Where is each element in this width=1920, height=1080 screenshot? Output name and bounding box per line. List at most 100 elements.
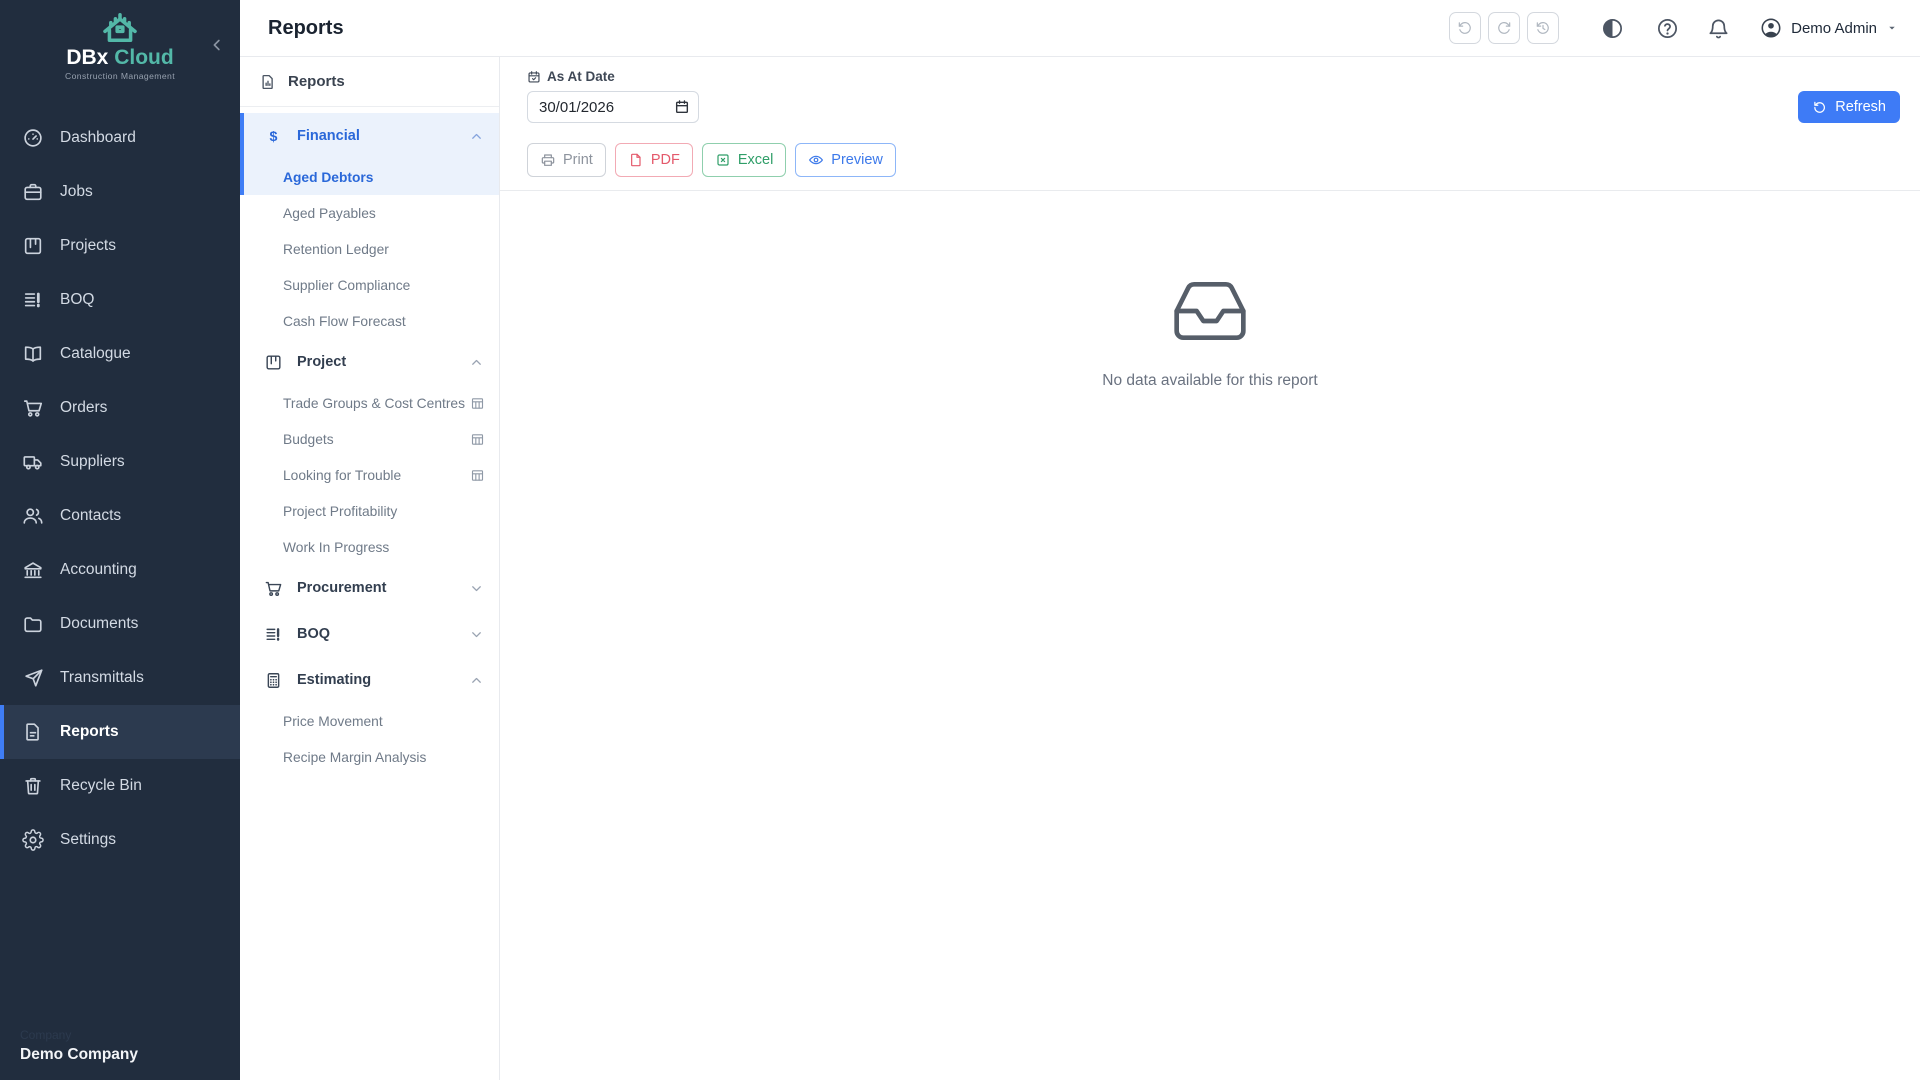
chevron-up-icon: [469, 673, 484, 688]
report-item-budgets[interactable]: Budgets: [240, 421, 499, 457]
brand-name-primary: DBx: [66, 46, 108, 69]
documents-icon: [22, 613, 44, 635]
report-item-recipe-margin-analysis[interactable]: Recipe Margin Analysis: [240, 739, 499, 775]
section-header-project[interactable]: Project: [240, 339, 499, 385]
export-button-row: Print PDF Excel Preview: [500, 143, 1920, 177]
sidebar-item-transmittals[interactable]: Transmittals: [0, 651, 240, 705]
pdf-button[interactable]: PDF: [615, 143, 693, 177]
contacts-icon: [22, 505, 44, 527]
sidebar-item-suppliers[interactable]: Suppliers: [0, 435, 240, 489]
history-button-group: [1442, 12, 1559, 44]
report-section-project: ProjectTrade Groups & Cost CentresBudget…: [240, 339, 499, 565]
contrast-toggle-icon[interactable]: [1601, 17, 1624, 40]
sidebar-item-recycle-bin[interactable]: Recycle Bin: [0, 759, 240, 813]
report-item-aged-payables[interactable]: Aged Payables: [240, 195, 499, 231]
reports-secondary-sidebar: Reports $FinancialAged DebtorsAged Payab…: [240, 57, 500, 1080]
projects-icon: [22, 235, 44, 257]
reports-nav-title: Reports: [288, 73, 345, 90]
report-section-financial: $FinancialAged DebtorsAged PayablesReten…: [240, 113, 499, 339]
primary-sidebar: DBx Cloud Construction Management Dashbo…: [0, 0, 240, 1080]
notifications-bell-icon[interactable]: [1707, 17, 1730, 40]
accounting-icon: [22, 559, 44, 581]
preview-button[interactable]: Preview: [795, 143, 896, 177]
boq-icon: [264, 625, 283, 644]
history-icon: [1535, 20, 1551, 36]
sidebar-item-dashboard[interactable]: Dashboard: [0, 111, 240, 165]
excel-button[interactable]: Excel: [702, 143, 786, 177]
procurement-icon: [264, 579, 283, 598]
app-window: DBx Cloud Construction Management Dashbo…: [0, 0, 1920, 1080]
report-item-retention-ledger[interactable]: Retention Ledger: [240, 231, 499, 267]
orders-icon: [22, 397, 44, 419]
sidebar-item-documents[interactable]: Documents: [0, 597, 240, 651]
chevron-up-icon: [469, 355, 484, 370]
report-item-aged-debtors[interactable]: Aged Debtors: [240, 159, 499, 195]
report-item-project-profitability[interactable]: Project Profitability: [240, 493, 499, 529]
content-divider: [500, 190, 1920, 191]
report-section-estimating: EstimatingPrice MovementRecipe Margin An…: [240, 657, 499, 775]
as-at-date-input[interactable]: [527, 91, 699, 123]
sidebar-item-orders[interactable]: Orders: [0, 381, 240, 435]
section-header-financial[interactable]: $Financial: [240, 113, 499, 159]
brand-tagline: Construction Management: [65, 72, 175, 81]
redo-button[interactable]: [1488, 12, 1520, 44]
as-at-date-label: As At Date: [527, 69, 1900, 84]
sidebar-item-settings[interactable]: Settings: [0, 813, 240, 867]
report-item-cash-flow-forecast[interactable]: Cash Flow Forecast: [240, 303, 499, 339]
empty-inbox-icon: [1164, 271, 1256, 356]
as-at-date-field-wrap: [527, 91, 699, 123]
empty-state-message: No data available for this report: [1102, 372, 1317, 390]
sidebar-nav: DashboardJobsProjectsBOQCatalogueOrdersS…: [0, 92, 240, 1028]
history-button[interactable]: [1527, 12, 1559, 44]
brand-name-accent: Cloud: [114, 46, 173, 69]
reports-nav-header[interactable]: Reports: [240, 57, 499, 107]
user-menu[interactable]: Demo Admin: [1760, 17, 1898, 39]
section-header-procurement[interactable]: Procurement: [240, 565, 499, 611]
sidebar-item-catalogue[interactable]: Catalogue: [0, 327, 240, 381]
settings-icon: [22, 829, 44, 851]
svg-text:$: $: [270, 128, 278, 144]
section-header-estimating[interactable]: Estimating: [240, 657, 499, 703]
file-pdf-icon: [628, 152, 644, 168]
section-header-boq[interactable]: BOQ: [240, 611, 499, 657]
sidebar-item-accounting[interactable]: Accounting: [0, 543, 240, 597]
suppliers-icon: [22, 451, 44, 473]
company-area: Company Demo Company: [0, 1028, 240, 1080]
estimating-icon: [264, 671, 283, 690]
report-section-procurement: Procurement: [240, 565, 499, 611]
undo-icon: [1457, 20, 1473, 36]
print-button[interactable]: Print: [527, 143, 606, 177]
undo-button[interactable]: [1449, 12, 1481, 44]
report-item-supplier-compliance[interactable]: Supplier Compliance: [240, 267, 499, 303]
report-item-looking-for-trouble[interactable]: Looking for Trouble: [240, 457, 499, 493]
app-logo: DBx Cloud Construction Management: [65, 12, 175, 81]
sidebar-item-reports[interactable]: Reports: [0, 705, 240, 759]
sidebar-item-boq[interactable]: BOQ: [0, 273, 240, 327]
report-item-price-movement[interactable]: Price Movement: [240, 703, 499, 739]
refresh-button[interactable]: Refresh: [1798, 91, 1900, 123]
report-toolbar: As At Date Refresh: [500, 57, 1920, 123]
report-content: As At Date Refresh: [500, 57, 1920, 1080]
table-icon[interactable]: [470, 432, 485, 447]
sidebar-item-projects[interactable]: Projects: [0, 219, 240, 273]
sidebar-item-contacts[interactable]: Contacts: [0, 489, 240, 543]
project-icon: [264, 353, 283, 372]
brand-name: DBx Cloud: [65, 47, 175, 68]
table-icon[interactable]: [470, 468, 485, 483]
reports-icon: [22, 721, 44, 743]
help-icon[interactable]: [1656, 17, 1679, 40]
user-avatar-icon: [1760, 17, 1782, 39]
sidebar-item-jobs[interactable]: Jobs: [0, 165, 240, 219]
table-icon[interactable]: [470, 396, 485, 411]
collapse-sidebar-button[interactable]: [208, 36, 226, 54]
topbar-actions: Demo Admin: [1442, 12, 1898, 44]
report-document-icon: [259, 73, 277, 91]
chevron-down-icon: [469, 581, 484, 596]
report-sections: $FinancialAged DebtorsAged PayablesReten…: [240, 107, 499, 775]
page-title: Reports: [268, 17, 344, 40]
report-item-work-in-progress[interactable]: Work In Progress: [240, 529, 499, 565]
calendar-check-icon: [527, 70, 541, 84]
chevron-down-icon: [469, 627, 484, 642]
user-name: Demo Admin: [1791, 20, 1877, 37]
report-item-trade-groups-cost-centres[interactable]: Trade Groups & Cost Centres: [240, 385, 499, 421]
